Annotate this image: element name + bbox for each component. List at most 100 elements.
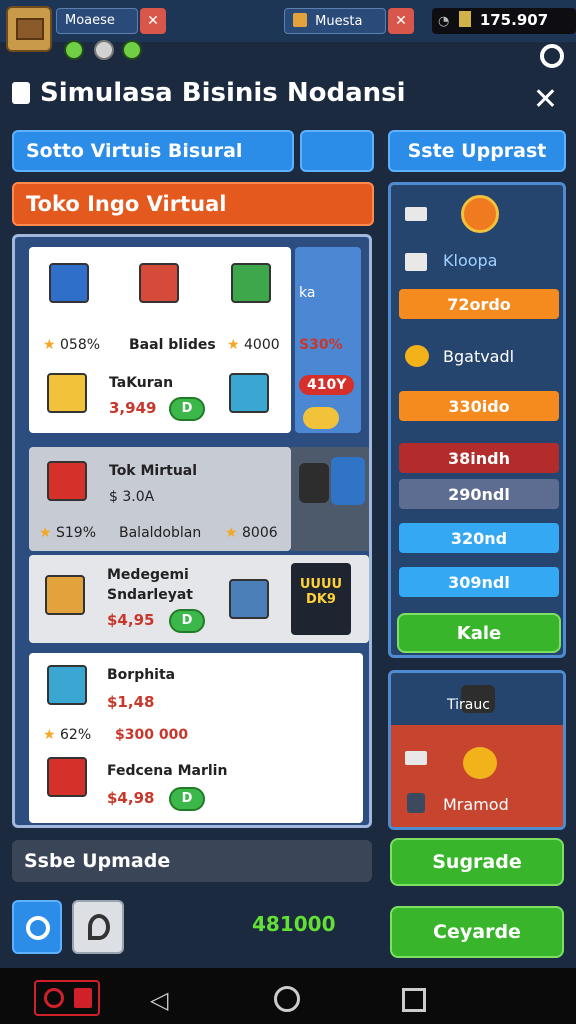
wifi-icon: ◔ xyxy=(438,14,450,29)
kale-button[interactable]: Kale xyxy=(397,613,561,653)
card1-name: Baal blides xyxy=(129,337,216,353)
tools-icon-2[interactable]: ✕ xyxy=(388,8,414,34)
card1-side-strip: ka S30% 410Y xyxy=(295,247,361,433)
card5-name: Borphita xyxy=(107,667,176,683)
card6-name: Fedcena Marlin xyxy=(107,763,228,779)
document-icon xyxy=(12,82,30,104)
back-icon[interactable]: ◁ xyxy=(150,986,168,1014)
paper-icon-2 xyxy=(405,751,427,765)
coins-icon xyxy=(405,345,429,367)
resource-chip-left[interactable]: Moaese xyxy=(56,8,138,34)
buy-button-4[interactable]: D xyxy=(169,609,205,633)
backpack-image xyxy=(291,447,369,551)
coin-counter: 481000 xyxy=(252,912,336,936)
backpack-icon xyxy=(299,463,329,503)
shop-card-5[interactable]: Borphita $1,48 ★ 62% $300 000 Fedcena Ma… xyxy=(29,653,363,823)
rp-bar6[interactable]: 309ndl xyxy=(399,567,559,597)
card5-price: $1,48 xyxy=(107,693,155,711)
player-avatar[interactable] xyxy=(6,6,52,52)
status-dot-2 xyxy=(94,40,114,60)
home-icon[interactable] xyxy=(274,986,300,1012)
card3-label: Balaldoblan xyxy=(119,525,202,541)
recorder-dot xyxy=(44,988,64,1008)
rp-label1: Kloopa xyxy=(443,251,498,270)
coin-badge-icon xyxy=(303,407,339,429)
rp-bar5[interactable]: 320nd xyxy=(399,523,559,553)
red-tag: 410Y xyxy=(299,375,355,395)
card2-price: 3,949 xyxy=(109,399,157,417)
status-dot-1 xyxy=(64,40,84,60)
shop-card-3[interactable]: Tok Mirtual $ 3.0A ★ S19% Balaldoblan ★ … xyxy=(29,447,291,551)
inventory-panel: Tirauc Mramod xyxy=(388,670,566,830)
goods-icon xyxy=(47,373,87,413)
rp-bar3[interactable]: 38indh xyxy=(399,443,559,473)
card4-name2: Sndarleyat xyxy=(107,587,193,603)
card3-name: Tok Mirtual xyxy=(109,463,198,479)
gold-box-icon xyxy=(293,13,307,27)
status-dot-3 xyxy=(122,40,142,60)
page-title-text: Simulasa Bisinis Nodansi xyxy=(40,78,406,108)
card4-name1: Medegemi xyxy=(107,567,189,583)
rp2-label1: Tirauc xyxy=(447,697,490,713)
computer-icon xyxy=(229,579,269,619)
resource-chip-mid[interactable]: Muesta xyxy=(284,8,386,34)
card5-pct: ★ 62% xyxy=(43,727,92,743)
basket-icon xyxy=(47,757,87,797)
side-pct: S30% xyxy=(299,337,343,353)
card4-price: $4,95 xyxy=(107,611,155,629)
card6-price: $4,98 xyxy=(107,789,155,807)
shop-card-1[interactable]: ★ 058% Baal blides ★ 4000 TaKuran 3,949 … xyxy=(29,247,291,433)
buy-button-6[interactable]: D xyxy=(169,787,205,811)
gear-icon xyxy=(26,916,50,940)
card3-price: $ 3.0A xyxy=(109,489,155,505)
backpack-icon-2 xyxy=(331,457,365,505)
tools-icon[interactable]: ✕ xyxy=(140,8,166,34)
buy-button[interactable]: D xyxy=(169,397,205,421)
recorder-icon[interactable] xyxy=(34,980,100,1016)
battery-icon xyxy=(458,11,471,27)
shop-building-icon xyxy=(49,263,89,303)
location-button[interactable] xyxy=(72,900,124,954)
card2-name: TaKuran xyxy=(109,375,174,391)
clock: 175.907 xyxy=(479,11,549,29)
paper-icon xyxy=(405,207,427,221)
card-icon xyxy=(405,253,427,271)
rp-bar2[interactable]: 330ido xyxy=(399,391,559,421)
card1-pct: ★ 058% xyxy=(43,337,101,353)
rp-bar4[interactable]: 290ndl xyxy=(399,479,559,509)
map-pin-icon xyxy=(88,914,110,940)
card5-amount: $300 000 xyxy=(115,727,189,743)
crate-icon xyxy=(16,18,44,40)
shop-card-4[interactable]: Medegemi Sndarleyat $4,95 D UUUU DK9 xyxy=(29,555,369,643)
rp-bar1[interactable]: 72ordo xyxy=(399,289,559,319)
settings-shop-button[interactable] xyxy=(12,900,62,954)
rp-label2: Bgatvadl xyxy=(443,347,515,366)
neon-sign: UUUU DK9 xyxy=(291,563,351,635)
page-title: Simulasa Bisinis Nodansi xyxy=(12,78,406,108)
card3-amount: ★ 8006 xyxy=(225,525,278,541)
coin-stack-icon xyxy=(463,747,497,779)
stall-icon xyxy=(45,575,85,615)
settings-gear-icon[interactable] xyxy=(540,44,564,68)
close-icon[interactable]: ✕ xyxy=(533,82,558,117)
shop-list-panel[interactable]: ★ 058% Baal blides ★ 4000 TaKuran 3,949 … xyxy=(12,234,372,828)
side-label: ka xyxy=(299,285,316,301)
rp2-label2: Mramod xyxy=(443,795,509,814)
card1-amount: ★ 4000 xyxy=(227,337,280,353)
card3-pct: ★ S19% xyxy=(39,525,97,541)
market-icon xyxy=(231,263,271,303)
recorder-stop xyxy=(74,988,92,1008)
action-button[interactable]: Ceyarde xyxy=(390,906,564,958)
upgrade-panel: Kloopa 72ordo Bgatvadl 330ido 38indh 290… xyxy=(388,182,566,658)
recents-icon[interactable] xyxy=(402,988,426,1012)
box-icon xyxy=(47,665,87,705)
tab-blank[interactable] xyxy=(300,130,374,172)
tab-upgrade[interactable]: Sste Upprast xyxy=(388,130,566,172)
shop-header: Toko Ingo Virtual xyxy=(12,182,374,226)
tab-virtual-business[interactable]: Sotto Virtuis Bisural xyxy=(12,130,294,172)
resource-chip-mid-label: Muesta xyxy=(315,14,363,29)
phone-icon xyxy=(47,461,87,501)
store-icon xyxy=(139,263,179,303)
upgrade-button[interactable]: Sugrade xyxy=(390,838,564,886)
upgrade-bar[interactable]: Ssbe Upmade xyxy=(12,840,372,882)
